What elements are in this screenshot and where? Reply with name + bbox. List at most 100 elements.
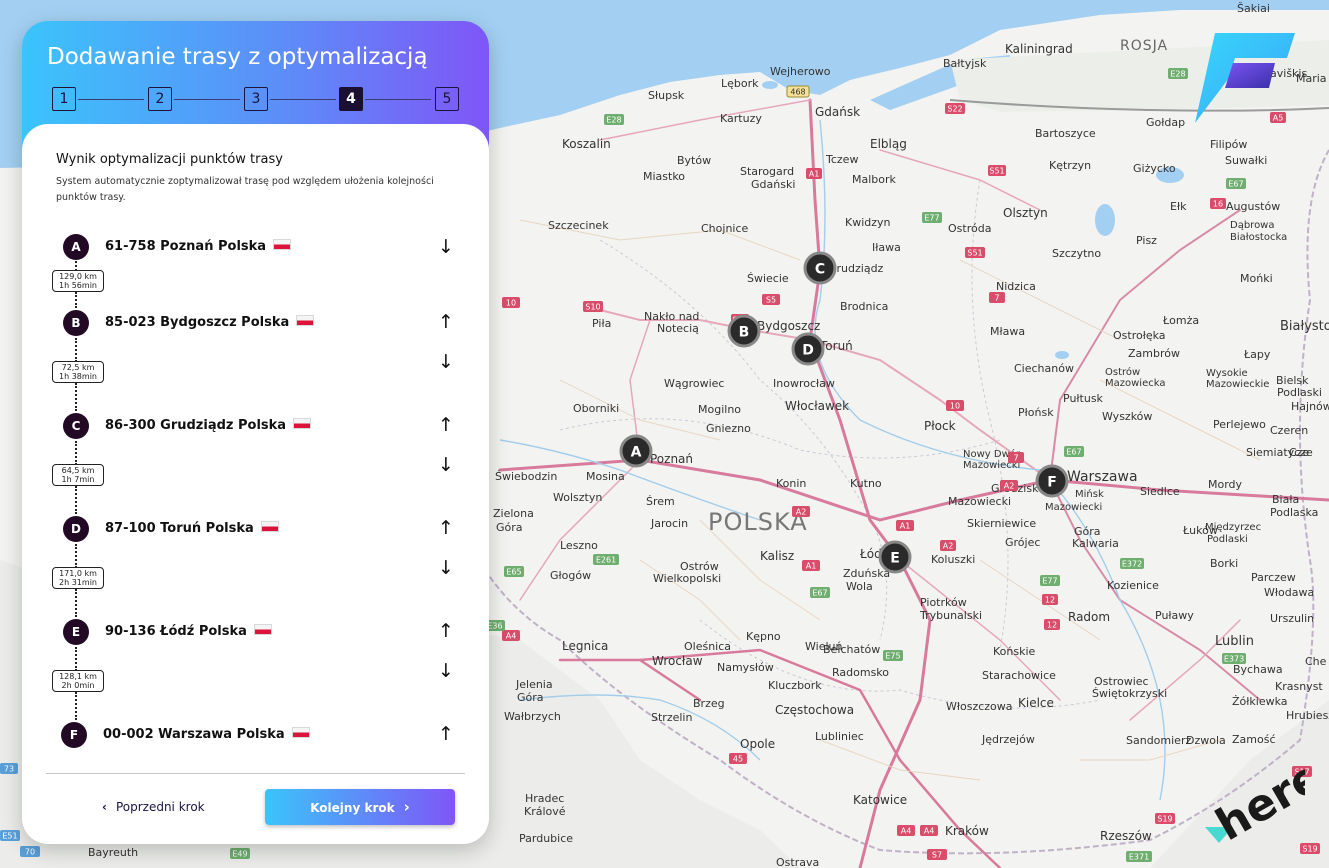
svg-text:Częstochowa: Częstochowa	[775, 703, 854, 717]
svg-text:E65: E65	[506, 568, 521, 577]
svg-text:Opole: Opole	[740, 737, 775, 751]
move-up-button[interactable]: ↑	[432, 514, 460, 542]
svg-text:Kartuzy: Kartuzy	[720, 112, 762, 125]
svg-text:A4: A4	[506, 632, 517, 641]
svg-text:Końskie: Końskie	[993, 645, 1036, 658]
svg-text:Świętokrzyski: Świętokrzyski	[1092, 687, 1167, 700]
move-up-button[interactable]: ↑	[432, 308, 460, 336]
svg-text:Miastko: Miastko	[643, 170, 685, 183]
move-down-button[interactable]: ↓	[432, 348, 460, 376]
svg-text:Włodawa: Włodawa	[1264, 586, 1314, 599]
svg-text:Kutno: Kutno	[850, 477, 882, 490]
move-down-button[interactable]: ↓	[432, 233, 460, 261]
route-connector	[75, 589, 77, 617]
svg-text:Brodnica: Brodnica	[840, 300, 888, 313]
svg-text:Kalwaria: Kalwaria	[1072, 537, 1119, 550]
route-connector	[75, 338, 77, 362]
segment-info: 171,0 km 2h 31min	[52, 567, 104, 589]
svg-text:Poznań: Poznań	[650, 452, 693, 466]
svg-text:Oborniki: Oborniki	[573, 402, 619, 415]
svg-text:Augustów: Augustów	[1226, 200, 1280, 213]
svg-text:Wągrowiec: Wągrowiec	[664, 377, 724, 390]
marker-b[interactable]: B	[727, 314, 761, 348]
svg-text:Szczecinek: Szczecinek	[548, 219, 609, 232]
previous-step-button[interactable]: ‹ Poprzedni krok	[102, 796, 205, 818]
next-step-button[interactable]: Kolejny krok ›	[265, 789, 455, 825]
svg-text:73: 73	[4, 765, 14, 774]
svg-text:Jędrzejów: Jędrzejów	[981, 733, 1035, 746]
route-connector	[75, 486, 77, 514]
marker-a[interactable]: A	[619, 434, 653, 468]
svg-text:Mazowieckie: Mazowieckie	[1206, 379, 1269, 390]
marker-c[interactable]: C	[803, 251, 837, 285]
svg-text:Cze: Cze	[1289, 446, 1309, 459]
svg-text:E49: E49	[232, 850, 247, 859]
svg-text:Katowice: Katowice	[853, 793, 907, 807]
move-down-button[interactable]: ↓	[432, 657, 460, 685]
svg-text:Radom: Radom	[1068, 610, 1110, 624]
svg-text:Gniezno: Gniezno	[706, 422, 751, 435]
step-3[interactable]: 3	[244, 87, 268, 111]
svg-text:Trybunalski: Trybunalski	[919, 609, 982, 622]
svg-text:Włoszczowa: Włoszczowa	[946, 700, 1013, 713]
result-description: System automatycznie zoptymalizował tras…	[56, 176, 434, 203]
svg-text:Namysłów: Namysłów	[717, 661, 774, 674]
svg-text:10: 10	[950, 402, 960, 411]
svg-text:Siedlce: Siedlce	[1140, 485, 1180, 498]
flag-poland-icon	[261, 522, 278, 531]
svg-text:Kluczbork: Kluczbork	[768, 679, 822, 692]
svg-text:Zduńska: Zduńska	[843, 567, 890, 580]
route-point-row: A 61-758 Poznań Polska ↓	[22, 232, 489, 262]
move-down-button[interactable]: ↓	[432, 451, 460, 479]
step-1[interactable]: 1	[52, 87, 76, 111]
svg-text:Skierniewice: Skierniewice	[967, 517, 1036, 530]
svg-text:E67: E67	[1066, 448, 1081, 457]
move-up-button[interactable]: ↑	[432, 411, 460, 439]
svg-text:Gołdap: Gołdap	[1146, 116, 1185, 129]
svg-text:Nidzica: Nidzica	[996, 280, 1036, 293]
svg-text:ROSJA: ROSJA	[1120, 38, 1168, 54]
marker-d[interactable]: D	[791, 332, 825, 366]
move-up-button[interactable]: ↑	[432, 720, 460, 748]
point-label: 85-023 Bydgoszcz Polska	[105, 315, 314, 330]
marker-f[interactable]: F	[1035, 464, 1069, 498]
point-label: 90-136 Łódź Polska	[105, 624, 271, 639]
svg-text:E77: E77	[1042, 577, 1057, 586]
svg-text:Kielce: Kielce	[1018, 696, 1054, 710]
move-down-button[interactable]: ↓	[432, 554, 460, 582]
svg-text:S5: S5	[766, 296, 776, 305]
svg-text:Ciechanów: Ciechanów	[1014, 362, 1074, 375]
svg-text:10: 10	[506, 299, 516, 308]
step-2[interactable]: 2	[148, 87, 172, 111]
svg-text:Wielkopolski: Wielkopolski	[653, 572, 721, 585]
svg-text:E372: E372	[1122, 560, 1142, 569]
result-title: Wynik optymalizacji punktów trasy	[56, 152, 283, 167]
svg-text:Pardubice: Pardubice	[519, 832, 573, 845]
svg-text:Strzelin: Strzelin	[651, 711, 692, 724]
svg-text:Wieluń: Wieluń	[805, 640, 842, 653]
svg-text:Starachowice: Starachowice	[982, 669, 1056, 682]
footer-divider	[46, 773, 465, 774]
step-4-active[interactable]: 4	[339, 87, 363, 111]
svg-text:S19: S19	[1157, 815, 1172, 824]
move-up-button[interactable]: ↑	[432, 617, 460, 645]
point-badge: B	[63, 310, 89, 336]
svg-text:here: here	[1208, 765, 1305, 845]
svg-text:Kozienice: Kozienice	[1107, 579, 1159, 592]
svg-text:Wejherowo: Wejherowo	[770, 65, 831, 78]
svg-text:E36: E36	[487, 622, 502, 631]
step-connector	[270, 99, 336, 100]
step-5[interactable]: 5	[435, 87, 459, 111]
segment-info: 129,0 km 1h 56min	[52, 270, 104, 292]
svg-text:Świebodzin: Świebodzin	[495, 470, 557, 483]
route-connector	[75, 441, 77, 465]
marker-e[interactable]: E	[878, 540, 912, 574]
svg-text:Ostrołęka: Ostrołęka	[1113, 329, 1166, 342]
svg-text:Białostocka: Białostocka	[1230, 232, 1287, 243]
svg-text:Góra: Góra	[496, 521, 523, 534]
svg-text:Żółkiewka: Żółkiewka	[1232, 695, 1288, 708]
svg-text:S19: S19	[1302, 845, 1317, 854]
svg-text:E67: E67	[1228, 180, 1243, 189]
svg-text:Che: Che	[1305, 655, 1327, 668]
step-connector	[78, 99, 144, 100]
